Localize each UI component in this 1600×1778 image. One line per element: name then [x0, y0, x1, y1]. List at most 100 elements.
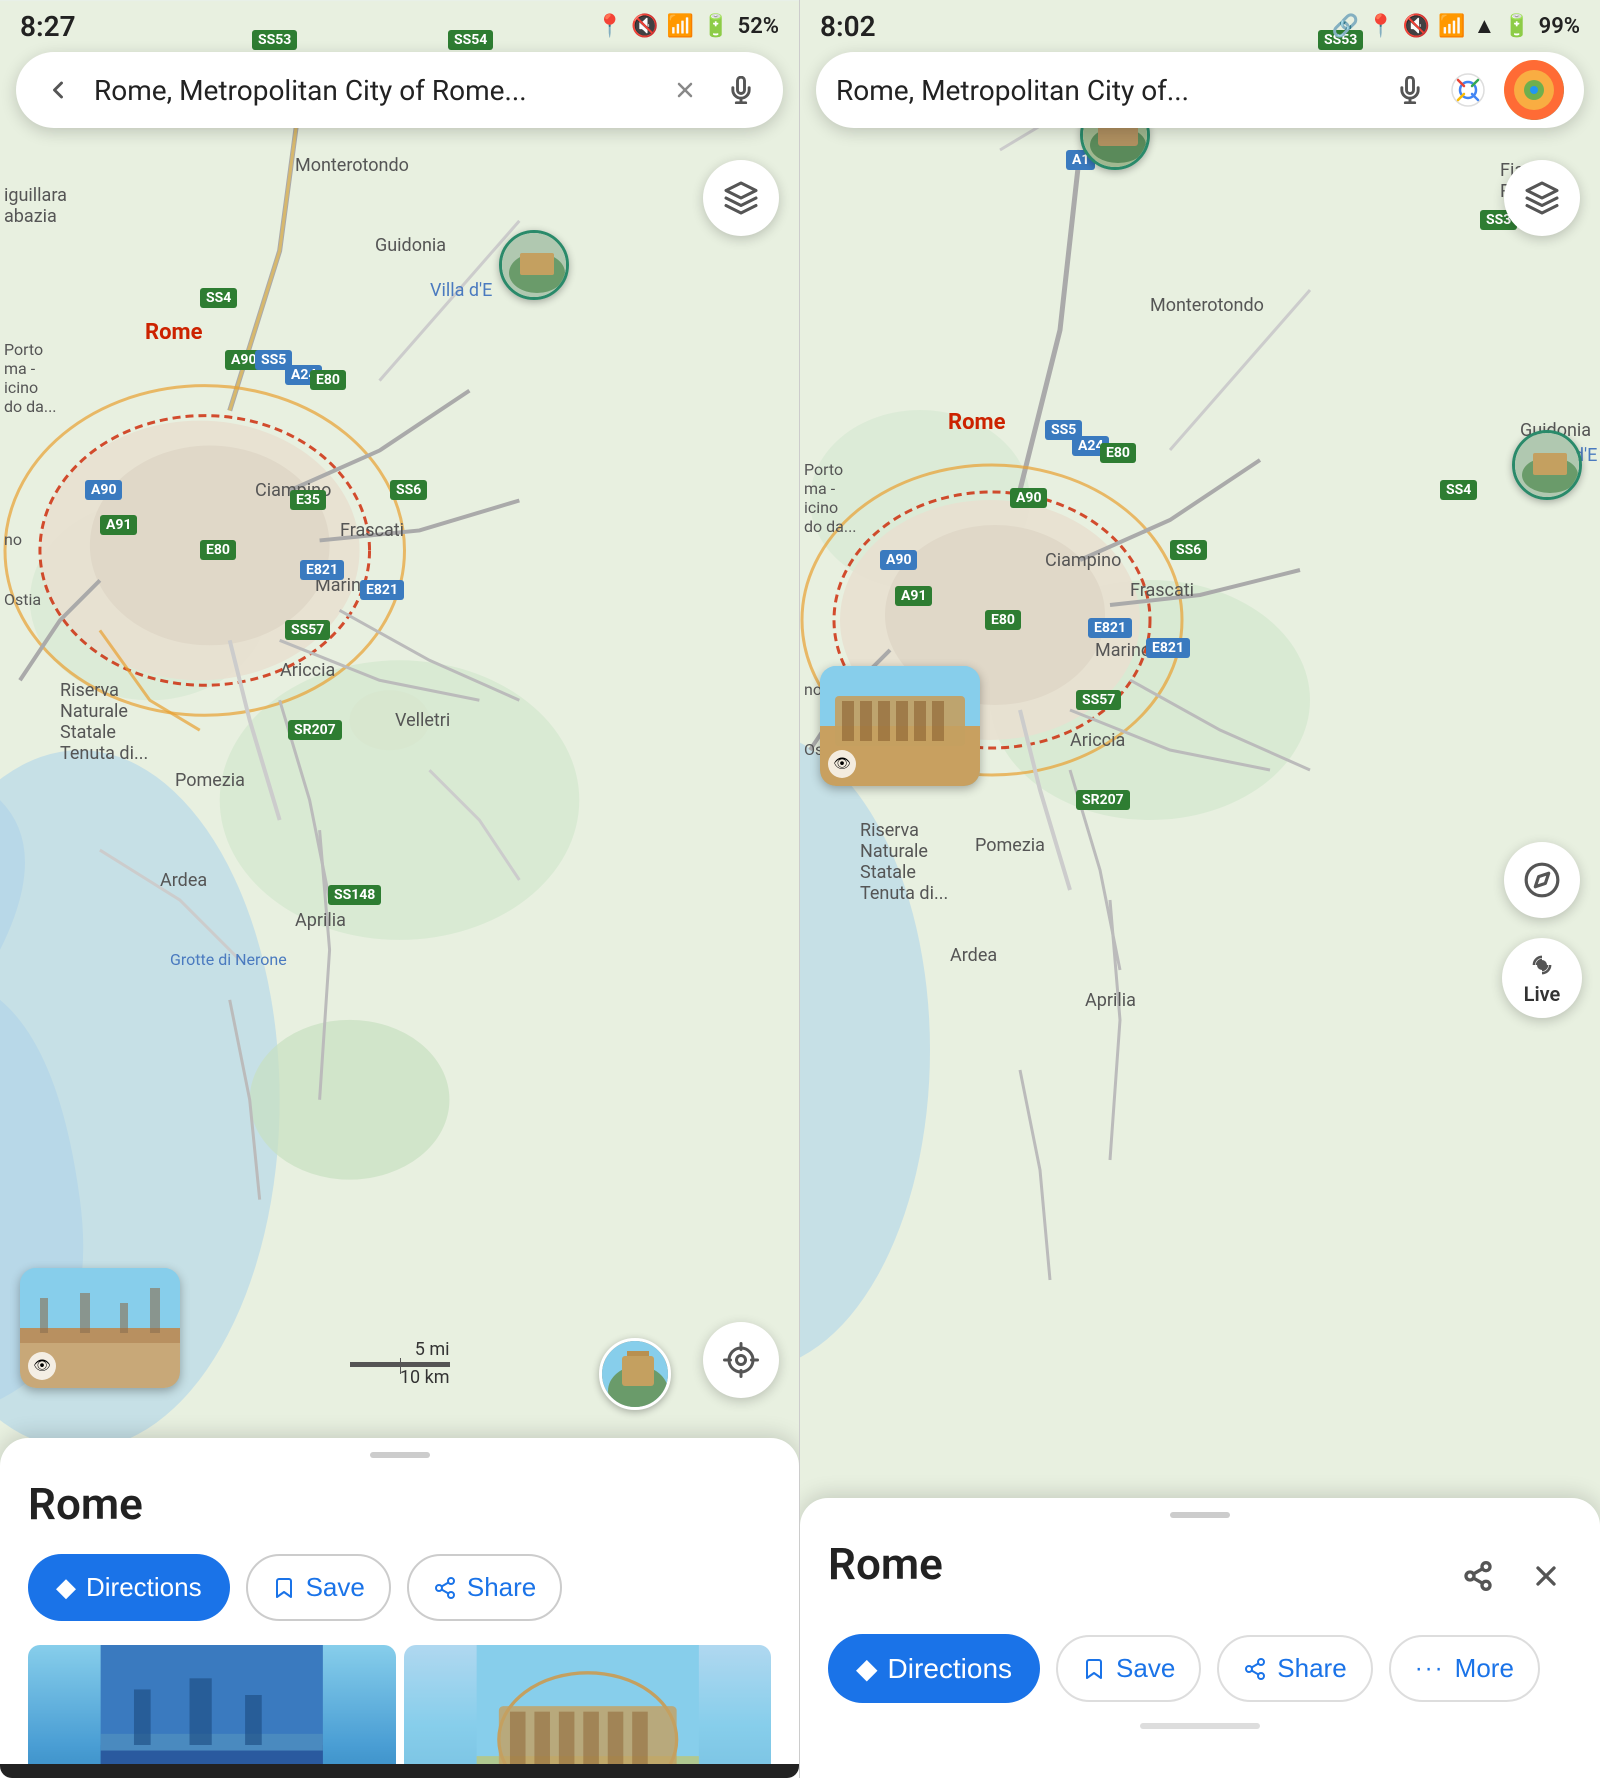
live-button[interactable]: Live — [1502, 938, 1582, 1018]
place-name-left: Rome — [28, 1478, 771, 1530]
status-icons-left: 📍 🔇 📶 🔋 52% — [596, 14, 779, 39]
photos-row-left — [28, 1645, 771, 1778]
porto-r-label: Portoma -icinodo da... — [804, 460, 857, 536]
save-icon-right — [1082, 1657, 1106, 1681]
share-label-left: Share — [467, 1572, 536, 1603]
sr207-badge: SR207 — [288, 720, 342, 740]
street-view-icon: 👁 — [28, 1352, 56, 1380]
wifi-icon-right: 📶 — [1438, 14, 1465, 39]
place-name-right: Rome — [828, 1538, 943, 1590]
map-photo-guidonia-right[interactable] — [1512, 430, 1582, 500]
share-icon — [433, 1576, 457, 1600]
rome-label: Rome — [145, 320, 202, 345]
ariccia-label: Ariccia — [280, 660, 335, 681]
share-button-left[interactable]: Share — [407, 1554, 562, 1621]
time-right: 8:02 — [820, 10, 876, 43]
compass-button-right[interactable] — [1504, 842, 1580, 918]
marino-r-label: Marino — [1095, 640, 1151, 661]
status-icons-right: 🔗 📍 🔇 📶 ▲ 🔋 99% — [1332, 13, 1580, 39]
save-button-left[interactable]: Save — [246, 1554, 391, 1621]
share-icon-header[interactable] — [1452, 1550, 1504, 1602]
search-bar-right[interactable]: Rome, Metropolitan City of... — [816, 52, 1584, 128]
street-view-thumb-left[interactable]: 👁 — [20, 1268, 180, 1388]
user-avatar[interactable] — [1504, 60, 1564, 120]
rome-label-right: Rome — [948, 410, 1005, 435]
right-panel: Rome Calcata Vecchia Fiano Romano Monter… — [800, 0, 1600, 1778]
e821b-badge: E821 — [360, 580, 404, 600]
ciampino-r-label: Ciampino — [1045, 550, 1121, 571]
search-text-left[interactable]: Rome, Metropolitan City of Rome... — [94, 74, 651, 107]
battery-percent-left: 52% — [738, 14, 779, 39]
porto-label: Portoma -icinodo da... — [4, 340, 57, 416]
directions-icon-left: ◆ — [56, 1572, 76, 1603]
aprilia-label: Aprilia — [295, 910, 346, 931]
directions-icon-right: ◆ — [856, 1652, 878, 1685]
ostia-label: Ostia — [4, 590, 41, 609]
action-buttons-left: ◆ Directions Save Share — [28, 1554, 771, 1621]
directions-button-right[interactable]: ◆ Directions — [828, 1634, 1040, 1703]
a90b-r-badge: A90 — [880, 550, 917, 570]
save-button-right[interactable]: Save — [1056, 1635, 1201, 1702]
mic-button-right[interactable] — [1388, 68, 1432, 112]
save-label-right: Save — [1116, 1653, 1175, 1684]
bottom-sheet-right: Rome — [800, 1498, 1600, 1778]
status-bar-right: 8:02 🔗 📍 🔇 📶 ▲ 🔋 99% — [800, 0, 1600, 52]
sheet-header-icons — [1452, 1550, 1572, 1602]
e80-r-badge: E80 — [1100, 443, 1136, 463]
live-label: Live — [1524, 982, 1561, 1006]
riserva-label: RiservaNaturaleStataleTenuta di... — [60, 680, 148, 764]
villa-de-label: Villa d'E — [430, 280, 492, 301]
sheet-header-right: Rome — [828, 1538, 1572, 1614]
back-button[interactable] — [36, 68, 80, 112]
ss6-badge: SS6 — [390, 480, 427, 500]
share-icon-btn-right — [1243, 1657, 1267, 1681]
place-photo-circle-left[interactable] — [599, 1338, 671, 1410]
action-buttons-right: ◆ Directions Save Share — [828, 1634, 1572, 1703]
sheet-handle-right — [1170, 1512, 1230, 1518]
more-button-right[interactable]: ··· More — [1389, 1635, 1540, 1702]
ss54b-badge: SS4 — [200, 288, 237, 308]
sr207-r-badge: SR207 — [1076, 790, 1130, 810]
aprilia-r-label: Aprilia — [1085, 990, 1136, 1011]
left-panel: Rome iguillaraabazia Portoma -icinodo da… — [0, 0, 800, 1778]
a90b-badge: A90 — [85, 480, 122, 500]
pomezia-label: Pomezia — [175, 770, 245, 791]
ss54b-r-badge: SS4 — [1440, 480, 1477, 500]
photo-2-left[interactable] — [404, 1645, 772, 1778]
close-button-right[interactable] — [1520, 1550, 1572, 1602]
directions-label-right: Directions — [888, 1653, 1012, 1685]
photo-1-left[interactable] — [28, 1645, 396, 1778]
e821-r-badge: E821 — [1088, 618, 1132, 638]
ariccia-r-label: Ariccia — [1070, 730, 1125, 751]
location-button-left[interactable] — [703, 1322, 779, 1398]
e821-badge: E821 — [300, 560, 344, 580]
scale-bar-left: 5 mi 10 km — [350, 1339, 450, 1388]
e35-badge: E35 — [290, 490, 326, 510]
layer-button-left[interactable] — [703, 160, 779, 236]
save-icon — [272, 1576, 296, 1600]
battery-icon-right: 🔋 — [1503, 14, 1530, 39]
lens-button[interactable] — [1446, 68, 1490, 112]
bottom-sheet-left: Rome ◆ Directions Save Sha — [0, 1438, 799, 1778]
clear-button[interactable] — [665, 70, 705, 110]
layer-button-right[interactable] — [1504, 160, 1580, 236]
e80b-r-badge: E80 — [985, 610, 1021, 630]
photo-bar-1 — [28, 1764, 396, 1778]
left-label: iguillaraabazia — [4, 185, 67, 227]
sheet-bottom-handle — [1140, 1723, 1260, 1729]
street-view-thumb-right[interactable]: 👁 — [820, 666, 980, 786]
directions-button-left[interactable]: ◆ Directions — [28, 1554, 230, 1621]
share-button-right[interactable]: Share — [1217, 1635, 1372, 1702]
ss6-r-badge: SS6 — [1170, 540, 1207, 560]
battery-icon-left: 🔋 — [702, 14, 729, 39]
no-label: no — [4, 530, 22, 549]
street-view-icon-right: 👁 — [828, 750, 856, 778]
mic-button-left[interactable] — [719, 68, 763, 112]
sheet-handle-left — [370, 1452, 430, 1458]
search-text-right[interactable]: Rome, Metropolitan City of... — [836, 74, 1374, 107]
link-icon-right: 🔗 — [1332, 14, 1359, 39]
search-bar-left[interactable]: Rome, Metropolitan City of Rome... — [16, 52, 783, 128]
map-photo-guidonia[interactable] — [499, 230, 569, 300]
directions-label-left: Directions — [86, 1572, 202, 1603]
more-label-right: More — [1455, 1653, 1514, 1684]
